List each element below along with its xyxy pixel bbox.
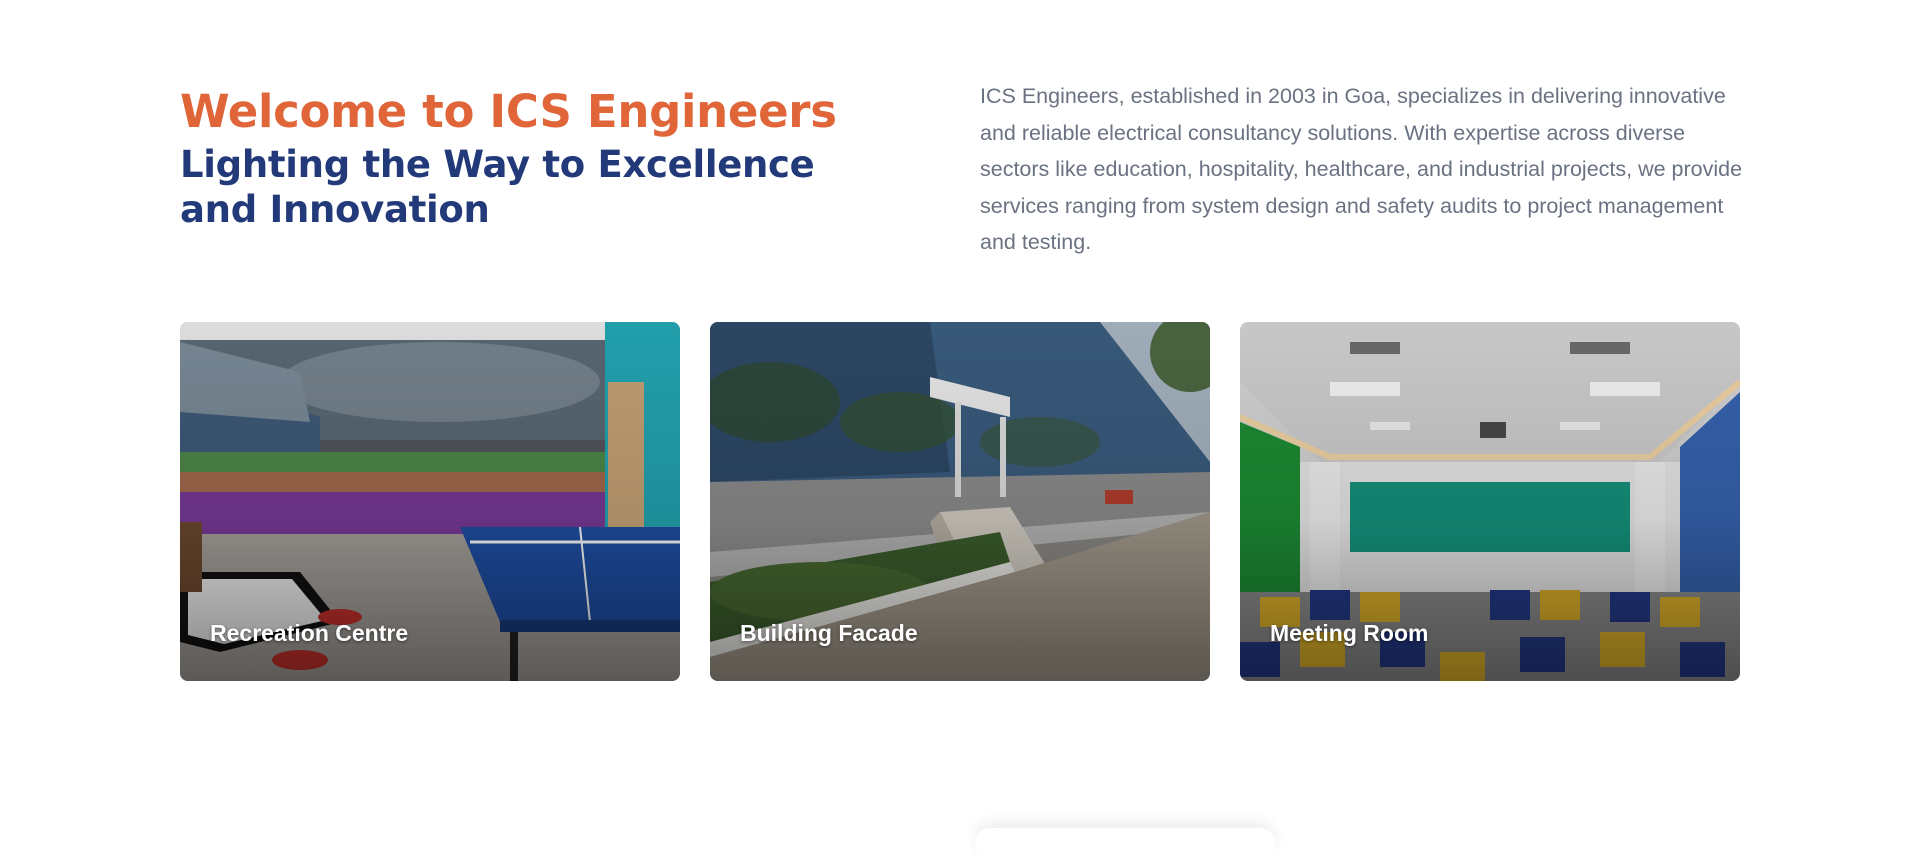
tagline-heading: Lighting the Way to Excellence and Innov… (180, 143, 815, 231)
company-description: ICS Engineers, established in 2003 in Go… (980, 84, 1743, 254)
gallery-card-building-facade[interactable]: Building Facade (710, 322, 1210, 681)
next-section-edge (975, 828, 1275, 858)
intro-headings: Welcome to ICS Engineers Lighting the Wa… (180, 82, 880, 232)
welcome-heading: Welcome to ICS Engineers (180, 85, 837, 138)
card-label: Building Facade (740, 620, 918, 646)
card-label: Meeting Room (1270, 620, 1429, 646)
gallery-card-recreation-centre[interactable]: Recreation Centre (180, 322, 680, 681)
card-label: Recreation Centre (210, 620, 409, 646)
gallery-card-meeting-room[interactable]: Meeting Room (1240, 322, 1740, 681)
